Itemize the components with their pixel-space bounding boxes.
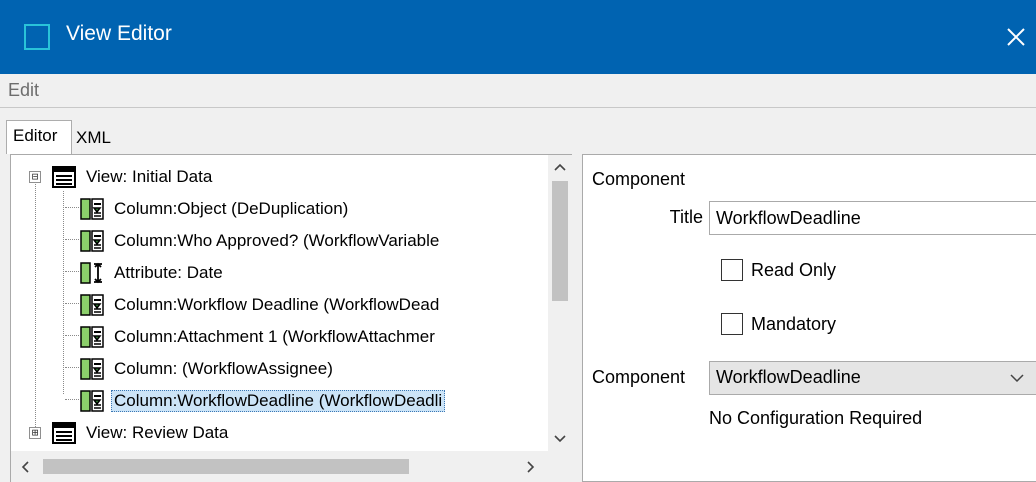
- tree-connector: [65, 303, 79, 304]
- tree-node-column-workflowdeadline-selected[interactable]: Column:WorkflowDeadline (WorkflowDeadli: [79, 386, 446, 416]
- chevron-right-icon: [527, 460, 535, 473]
- view-table-icon: [52, 166, 76, 188]
- panel-splitter[interactable]: [572, 154, 582, 482]
- tree-node-column-object[interactable]: Column:Object (DeDuplication): [79, 194, 351, 224]
- horizontal-scrollbar[interactable]: [11, 451, 572, 482]
- mandatory-checkbox[interactable]: [721, 313, 743, 335]
- mandatory-label: Mandatory: [751, 313, 837, 334]
- expand-toggle[interactable]: ⊞: [29, 427, 41, 439]
- horizontal-scroll-thumb[interactable]: [43, 459, 409, 474]
- column-icon: [80, 326, 104, 348]
- read-only-checkbox-row[interactable]: Read Only: [721, 259, 836, 281]
- close-x-icon: [1007, 28, 1025, 46]
- tree-node-label: Column:Workflow Deadline (WorkflowDead: [114, 295, 440, 314]
- tree-node-column-attachment[interactable]: Column:Attachment 1 (WorkflowAttachmer: [79, 322, 438, 352]
- collapse-toggle[interactable]: ⊟: [29, 171, 41, 183]
- tab-strip: Editor XML: [0, 108, 1036, 154]
- tree-connector: [65, 399, 79, 400]
- tree-connector: [65, 335, 79, 336]
- column-icon: [80, 390, 104, 412]
- tree-node-label: Column: (WorkflowAssignee): [114, 359, 333, 378]
- tree-node-label: Column:Who Approved? (WorkflowVariable: [114, 231, 440, 250]
- tree-node-column-assignee[interactable]: Column: (WorkflowAssignee): [79, 354, 336, 384]
- tree-view[interactable]: ⊟ View: Initial Data Column:Object (DeDu…: [10, 154, 572, 482]
- component-label: Component: [592, 367, 686, 387]
- tree-connector: [65, 367, 79, 368]
- column-icon: [80, 198, 104, 220]
- tree-node-label: Column:Object (DeDuplication): [114, 199, 349, 218]
- tree-connector: [65, 271, 79, 272]
- section-label-component: Component: [592, 169, 686, 189]
- view-table-icon: [52, 422, 76, 444]
- tree-node-label: Attribute: Date: [114, 263, 223, 282]
- scroll-left-button[interactable]: [11, 451, 39, 482]
- tree-node-label: View: Initial Data: [86, 167, 213, 186]
- tree-node-view-initial-data[interactable]: View: Initial Data: [51, 162, 215, 192]
- scroll-down-button[interactable]: [548, 427, 572, 451]
- tree-connector: [65, 239, 79, 240]
- configuration-note: No Configuration Required: [709, 408, 923, 428]
- menu-edit[interactable]: Edit: [8, 80, 39, 101]
- chevron-left-icon: [21, 460, 29, 473]
- title-input[interactable]: [709, 201, 1036, 235]
- column-icon: [80, 358, 104, 380]
- tab-editor[interactable]: Editor: [6, 120, 72, 154]
- component-select-value: WorkflowDeadline: [716, 367, 861, 387]
- tree-node-label: View: Review Data: [86, 423, 229, 442]
- scroll-right-button[interactable]: [517, 451, 545, 482]
- tree-connector: [35, 181, 36, 431]
- tree-node-label: Column:WorkflowDeadline (WorkflowDeadli: [111, 390, 446, 412]
- read-only-checkbox[interactable]: [721, 259, 743, 281]
- window-square-icon: [24, 24, 50, 50]
- tree-node-attribute-date[interactable]: Attribute: Date: [79, 258, 226, 288]
- column-icon: [80, 230, 104, 252]
- tab-xml[interactable]: XML: [76, 126, 111, 148]
- tree-node-column-workflow-deadline[interactable]: Column:Workflow Deadline (WorkflowDead: [79, 290, 442, 320]
- component-select[interactable]: WorkflowDeadline: [709, 361, 1036, 395]
- tree-node-view-review-data[interactable]: View: Review Data: [51, 418, 231, 448]
- chevron-down-icon: [554, 435, 566, 443]
- window-title: View Editor: [66, 22, 172, 45]
- properties-panel: Component Title Read Only Mandatory Comp…: [582, 154, 1036, 482]
- tree-node-column-who-approved[interactable]: Column:Who Approved? (WorkflowVariable: [79, 226, 442, 256]
- attribute-icon: [80, 262, 102, 284]
- title-label: Title: [669, 207, 703, 227]
- vertical-scrollbar[interactable]: [548, 155, 572, 451]
- editor-content: ⊟ View: Initial Data Column:Object (DeDu…: [0, 154, 1036, 482]
- menu-bar: Edit: [0, 74, 1036, 108]
- column-icon: [80, 294, 104, 316]
- vertical-scroll-thumb[interactable]: [552, 181, 568, 301]
- mandatory-checkbox-row[interactable]: Mandatory: [721, 313, 836, 335]
- tree-connector: [65, 207, 79, 208]
- tree-connector: [63, 191, 64, 394]
- tree-node-label: Column:Attachment 1 (WorkflowAttachmer: [114, 327, 435, 346]
- title-bar: View Editor: [0, 0, 1036, 74]
- read-only-label: Read Only: [751, 259, 837, 280]
- scroll-up-button[interactable]: [548, 155, 572, 179]
- chevron-down-icon: [1010, 374, 1024, 383]
- close-button[interactable]: [996, 14, 1036, 60]
- chevron-up-icon: [554, 163, 566, 171]
